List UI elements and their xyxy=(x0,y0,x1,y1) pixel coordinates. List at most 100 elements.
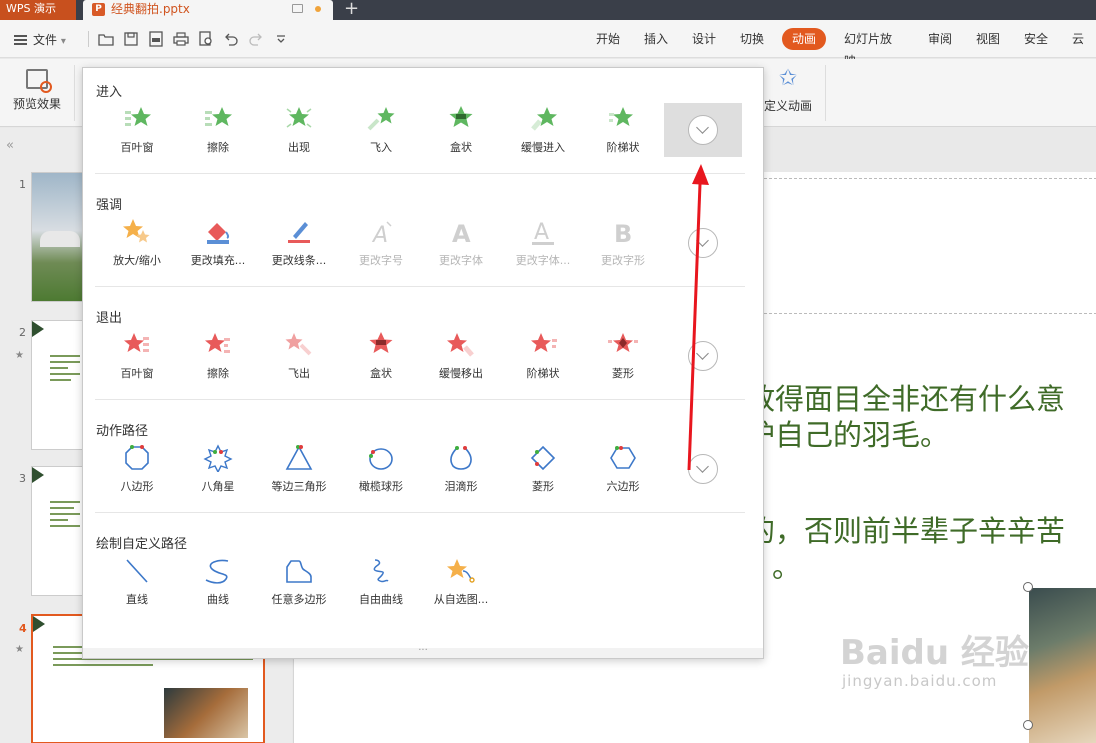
placeholder-border xyxy=(764,313,1096,314)
draw-curve-path[interactable]: 曲线 xyxy=(178,557,258,607)
anim-exit-steps[interactable]: 阶梯状 xyxy=(503,331,583,381)
slide-thumbnail-1[interactable] xyxy=(31,172,83,302)
text-lines xyxy=(50,501,80,531)
anim-enter-slow[interactable]: 缓慢进入 xyxy=(503,105,583,155)
anim-label: 阶梯状 xyxy=(526,367,560,380)
anim-path-hexagon[interactable]: 六边形 xyxy=(583,444,663,494)
document-tab[interactable]: P 经典翻拍.pptx xyxy=(83,0,333,20)
undo-icon[interactable] xyxy=(223,31,239,47)
teardrop-path-icon xyxy=(450,446,472,470)
animation-star-icon: ★ xyxy=(15,350,24,361)
star-from-shape-icon xyxy=(447,559,475,583)
anim-emph-font: A 更改字体 xyxy=(421,218,501,268)
draw-scribble-path[interactable]: 自由曲线 xyxy=(341,557,421,607)
anim-label: 百叶窗 xyxy=(120,367,154,380)
anim-enter-blinds[interactable]: 百叶窗 xyxy=(97,105,177,155)
section-title-motion-path: 动作路径 xyxy=(96,424,149,439)
slide-thumbnail-2[interactable] xyxy=(31,320,83,450)
star-wipe-red-icon xyxy=(205,333,230,353)
anim-emph-grow-shrink[interactable]: 放大/缩小 xyxy=(97,218,177,268)
anim-path-football[interactable]: 橄榄球形 xyxy=(341,444,421,494)
tab-security[interactable]: 安全 xyxy=(1012,28,1060,50)
tab-review[interactable]: 审阅 xyxy=(916,28,964,50)
ribbon-divider xyxy=(825,65,826,121)
star-blinds-red-icon xyxy=(124,333,149,352)
tab-cloud[interactable]: 云 xyxy=(1060,28,1096,50)
football-path-icon xyxy=(369,448,393,470)
expand-motion-path-button[interactable] xyxy=(688,454,718,484)
anim-enter-steps[interactable]: 阶梯状 xyxy=(583,105,663,155)
tab-view[interactable]: 视图 xyxy=(964,28,1012,50)
anim-exit-slow[interactable]: 缓慢移出 xyxy=(421,331,501,381)
straight-line-icon xyxy=(126,559,148,583)
tab-design[interactable]: 设计 xyxy=(680,28,728,50)
anim-exit-blinds[interactable]: 百叶窗 xyxy=(97,331,177,381)
anim-enter-wipe[interactable]: 擦除 xyxy=(178,105,258,155)
app-tab[interactable]: WPS 演示 xyxy=(0,0,76,20)
tab-animation[interactable]: 动画 xyxy=(782,28,826,50)
customize-toolbar-icon[interactable] xyxy=(273,31,289,47)
tab-transitions[interactable]: 切换 xyxy=(728,28,776,50)
anim-exit-fly-out[interactable]: 飞出 xyxy=(259,331,339,381)
anim-enter-fly-in[interactable]: 飞入 xyxy=(341,105,421,155)
slide-number: 2 xyxy=(19,326,26,339)
star-blinds-green-icon xyxy=(125,107,151,126)
tab-home[interactable]: 开始 xyxy=(584,28,632,50)
print-preview-icon[interactable] xyxy=(198,31,214,47)
slide-photo[interactable] xyxy=(1029,588,1096,743)
anim-emph-font-color: A 更改字体... xyxy=(503,218,583,268)
export-pdf-icon[interactable] xyxy=(148,31,164,47)
panel-resize-grip[interactable]: ··· xyxy=(83,646,763,658)
resize-handle[interactable] xyxy=(1023,582,1033,592)
anim-emph-change-line[interactable]: 更改线条... xyxy=(259,218,339,268)
section-divider xyxy=(95,399,745,400)
collapse-pane-icon[interactable]: « xyxy=(6,138,14,153)
anim-enter-appear[interactable]: 出现 xyxy=(259,105,339,155)
save-icon[interactable] xyxy=(123,31,139,47)
slide-corner-icon xyxy=(33,616,45,632)
anim-label: 更改字体 xyxy=(439,254,483,267)
enter-more-highlight[interactable] xyxy=(664,103,742,157)
anim-label: 飞入 xyxy=(370,141,392,154)
anim-exit-wipe[interactable]: 擦除 xyxy=(178,331,258,381)
tab-slideshow[interactable]: 幻灯片放映 xyxy=(832,28,916,68)
anim-path-octagon[interactable]: 八边形 xyxy=(97,444,177,494)
resize-handle[interactable] xyxy=(1023,720,1033,730)
anim-label: 缓慢移出 xyxy=(439,367,483,380)
chevron-down-icon: ▾ xyxy=(60,36,66,47)
anim-enter-box[interactable]: 盒状 xyxy=(421,105,501,155)
anim-path-triangle[interactable]: 等边三角形 xyxy=(259,444,339,494)
preview-effect-button[interactable]: 预览效果 xyxy=(8,67,66,112)
anim-label: 更改字体... xyxy=(515,254,571,267)
draw-freeform-path[interactable]: 任意多边形 xyxy=(259,557,339,607)
anim-exit-diamond[interactable]: 菱形 xyxy=(583,331,663,381)
section-divider xyxy=(95,173,745,174)
open-folder-icon[interactable] xyxy=(98,31,114,47)
new-tab-button[interactable]: + xyxy=(344,0,359,19)
section-divider xyxy=(95,512,745,513)
file-menu-button[interactable]: 文件 ▾ xyxy=(14,31,66,48)
tab-insert[interactable]: 插入 xyxy=(632,28,680,50)
anim-path-eight-star[interactable]: 八角星 xyxy=(178,444,258,494)
anim-label: 擦除 xyxy=(207,367,229,380)
print-icon[interactable] xyxy=(173,31,189,47)
star-fly-green-icon xyxy=(367,107,395,131)
expand-emphasis-button[interactable] xyxy=(688,228,718,258)
draw-line-path[interactable]: 直线 xyxy=(97,557,177,607)
anim-exit-box[interactable]: 盒状 xyxy=(341,331,421,381)
slide-thumbnail-3[interactable] xyxy=(31,466,83,596)
anim-path-teardrop[interactable]: 泪滴形 xyxy=(421,444,501,494)
anim-label: 盒状 xyxy=(450,141,472,154)
star-box-green-icon xyxy=(449,106,473,127)
expand-exit-button[interactable] xyxy=(688,341,718,371)
slide-text-line[interactable]: 护自己的羽毛。 xyxy=(746,412,949,454)
anim-path-diamond[interactable]: 菱形 xyxy=(503,444,583,494)
draw-from-shape-path[interactable]: 从自选图... xyxy=(421,557,501,607)
slide-text-line[interactable]: 。 xyxy=(772,544,801,586)
window-icon[interactable] xyxy=(292,4,303,13)
anim-emph-change-fill[interactable]: 更改填充... xyxy=(178,218,258,268)
expand-enter-button[interactable] xyxy=(688,115,718,145)
star-wipe-green-icon xyxy=(205,107,232,126)
redo-icon[interactable] xyxy=(248,31,264,47)
anim-label: 百叶窗 xyxy=(120,141,154,154)
